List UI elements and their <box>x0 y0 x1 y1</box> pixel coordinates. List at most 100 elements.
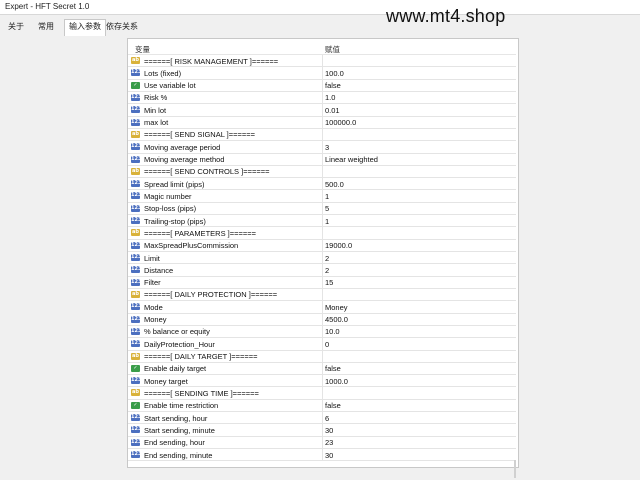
value-cell[interactable]: Money <box>325 303 348 312</box>
value-cell[interactable]: 1 <box>325 217 329 226</box>
variable-cell: 123 End sending, hour <box>128 436 323 448</box>
value-cell[interactable]: 100000.0 <box>325 118 356 127</box>
variable-cell: ab ======[ DAILY PROTECTION ]====== <box>128 288 323 301</box>
table-row[interactable]: 123 End sending, hour 23 <box>128 436 516 449</box>
table-row[interactable]: 123 DailyProtection_Hour 0 <box>128 338 516 351</box>
table-row[interactable]: ✓ Enable daily target false <box>128 362 516 376</box>
window-title: Expert - HFT Secret 1.0 <box>5 2 90 11</box>
value-cell[interactable]: 3 <box>325 143 329 152</box>
table-row[interactable]: ab ======[ PARAMETERS ]====== <box>128 227 516 240</box>
variable-name: Mode <box>144 302 163 312</box>
table-row[interactable]: ab ======[ SENDING TIME ]====== <box>128 387 516 400</box>
variable-cell: 123 Moving average period <box>128 141 323 153</box>
table-row[interactable]: 123 Distance 2 <box>128 264 516 277</box>
string-param-icon: ab <box>131 229 140 237</box>
tab-common[interactable]: 常用 <box>34 20 58 34</box>
variable-cell: 123 Money target <box>128 375 323 387</box>
table-row[interactable]: 123 Moving average period 3 <box>128 141 516 154</box>
numeric-param-icon: 123 <box>131 327 142 335</box>
value-cell[interactable]: 500.0 <box>325 180 344 189</box>
value-cell[interactable]: 1 <box>325 192 329 201</box>
variable-cell: 123 Money <box>128 313 323 325</box>
table-row[interactable]: ✓ Enable time restriction false <box>128 399 516 413</box>
table-row[interactable]: 123 Spread limit (pips) 500.0 <box>128 178 516 191</box>
value-cell[interactable]: false <box>325 81 341 90</box>
table-row[interactable]: 123 Start sending, minute 30 <box>128 424 516 437</box>
value-cell[interactable]: false <box>325 364 341 373</box>
value-cell[interactable]: 4500.0 <box>325 315 348 324</box>
table-row[interactable]: 123 Filter 15 <box>128 276 516 289</box>
tab-dependencies[interactable]: 依存关系 <box>102 20 142 34</box>
column-header-variable[interactable]: 变量 <box>135 44 150 55</box>
value-cell[interactable]: 30 <box>325 451 333 460</box>
value-cell[interactable]: 0 <box>325 340 329 349</box>
variable-name: Lots (fixed) <box>144 68 182 78</box>
value-cell[interactable]: 10.0 <box>325 327 340 336</box>
variable-cell: 123 max lot <box>128 116 323 128</box>
table-row[interactable]: ab ======[ DAILY PROTECTION ]====== <box>128 288 516 302</box>
table-row[interactable]: 123% balance or equity 10.0 <box>128 325 516 339</box>
table-row[interactable]: 123 max lot 100000.0 <box>128 116 516 129</box>
value-cell[interactable]: 100.0 <box>325 69 344 78</box>
value-cell[interactable]: 15 <box>325 278 333 287</box>
table-row[interactable]: ✓ Use variable lot false <box>128 79 516 92</box>
table-row[interactable]: ab ======[ DAILY TARGET ]====== <box>128 350 516 363</box>
variable-name: Stop-loss (pips) <box>144 204 197 214</box>
tab-inputs[interactable]: 输入参数 <box>64 19 106 36</box>
variable-name: Limit <box>144 253 160 263</box>
table-row[interactable]: 123 Start sending, hour 6 <box>128 412 516 425</box>
value-cell[interactable]: 6 <box>325 414 329 423</box>
tab-about[interactable]: 关于 <box>4 20 28 34</box>
value-cell[interactable]: 5 <box>325 204 329 213</box>
variable-cell: 123 Risk % <box>128 91 323 104</box>
value-cell[interactable]: 30 <box>325 426 333 435</box>
variable-cell: 123 Start sending, hour <box>128 412 323 424</box>
table-row[interactable]: 123 Moving average method Linear weighted <box>128 153 516 166</box>
value-cell[interactable]: 2 <box>325 266 329 275</box>
variable-name: Enable daily target <box>144 364 207 374</box>
value-cell[interactable]: 19000.0 <box>325 241 352 250</box>
variable-cell: 123 Lots (fixed) <box>128 67 323 79</box>
numeric-param-icon: 123 <box>131 118 142 126</box>
table-row[interactable]: 123 Magic number 1 <box>128 190 516 203</box>
table-row[interactable]: 123 Risk % 1.0 <box>128 91 516 105</box>
numeric-param-icon: 123 <box>131 204 142 212</box>
table-row[interactable]: 123 Limit 2 <box>128 252 516 265</box>
table-row[interactable]: ab ======[ SEND CONTROLS ]====== <box>128 165 516 179</box>
value-cell[interactable]: Linear weighted <box>325 155 378 164</box>
table-row[interactable]: ab ======[ RISK MANAGEMENT ]====== <box>128 55 516 68</box>
table-row[interactable]: 123 MaxSpreadPlusCommission 19000.0 <box>128 239 516 252</box>
table-row[interactable]: 123 Money target 1000.0 <box>128 375 516 388</box>
value-cell[interactable]: 1000.0 <box>325 377 348 386</box>
boolean-param-icon: ✓ <box>131 364 140 372</box>
variable-name: Moving average method <box>144 155 225 164</box>
variable-cell: 123 Filter <box>128 276 323 288</box>
value-cell[interactable]: false <box>325 401 341 410</box>
numeric-param-icon: 123 <box>131 414 142 422</box>
variable-name: Money target <box>144 376 188 386</box>
table-row[interactable]: 123 Mode Money <box>128 301 516 314</box>
value-cell[interactable]: 2 <box>325 254 329 263</box>
table-row[interactable]: 123 Stop-loss (pips) 5 <box>128 202 516 216</box>
table-row[interactable]: 123 Trailing-stop (pips) 1 <box>128 215 516 228</box>
variable-name: Magic number <box>144 191 192 201</box>
variable-cell: 123 Spread limit (pips) <box>128 178 323 190</box>
table-row[interactable]: ab ======[ SEND SIGNAL ]====== <box>128 128 516 142</box>
variable-name: End sending, hour <box>144 438 205 448</box>
variable-name: ======[ SEND SIGNAL ]====== <box>144 130 256 140</box>
numeric-param-icon: 123 <box>131 155 142 163</box>
variable-cell: 123% balance or equity <box>128 325 323 338</box>
table-row[interactable]: 123 Money 4500.0 <box>128 313 516 326</box>
value-cell[interactable]: 23 <box>325 438 333 447</box>
variable-cell: ✓ Enable daily target <box>128 362 323 375</box>
numeric-param-icon: 123 <box>131 180 142 188</box>
table-row[interactable]: 123 Min lot 0.01 <box>128 104 516 117</box>
value-cell[interactable]: 0.01 <box>325 106 340 115</box>
column-header-value[interactable]: 赋值 <box>325 44 340 55</box>
numeric-param-icon: 123 <box>131 303 142 311</box>
variable-name: Filter <box>144 278 161 288</box>
table-row[interactable]: 123 End sending, minute 30 <box>128 449 516 462</box>
table-row[interactable]: 123 Lots (fixed) 100.0 <box>128 67 516 80</box>
scrollbar[interactable] <box>514 460 516 478</box>
value-cell[interactable]: 1.0 <box>325 93 335 102</box>
